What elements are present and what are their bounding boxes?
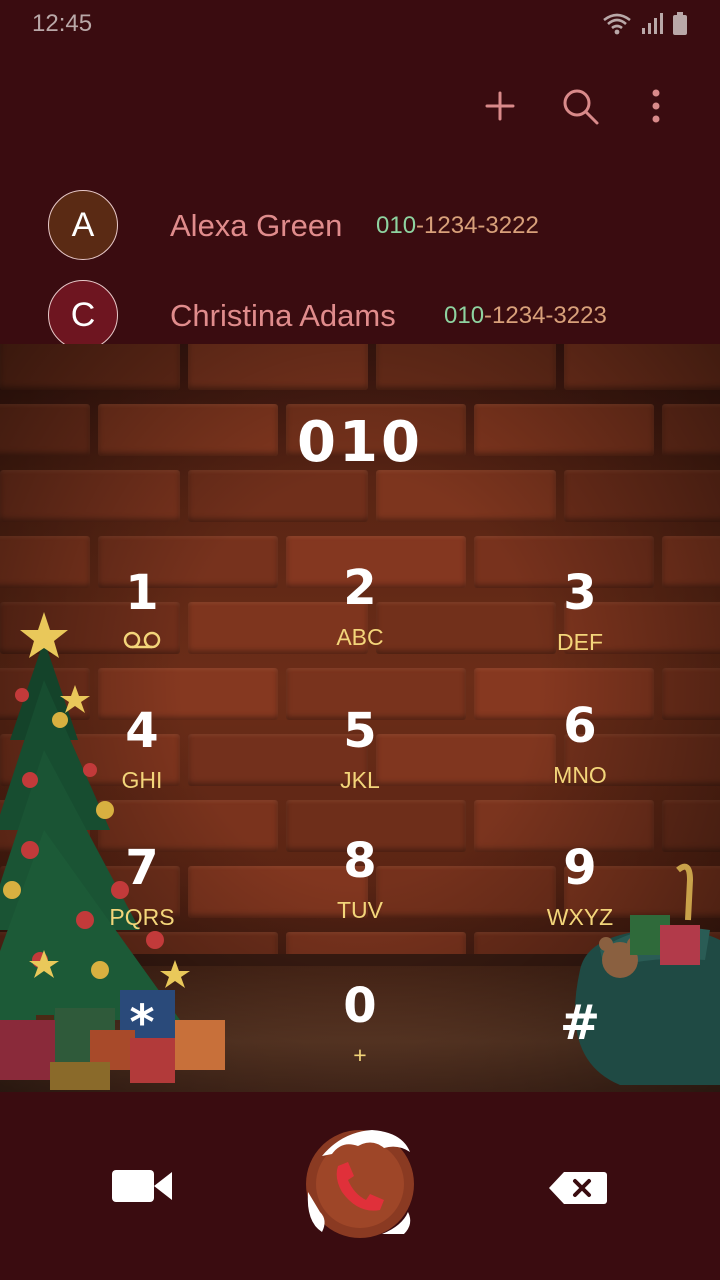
- key-letters: MNO: [553, 762, 607, 788]
- video-camera-icon: [112, 1170, 172, 1202]
- search-button[interactable]: [558, 84, 602, 128]
- key-8[interactable]: 8 TUV: [260, 833, 460, 943]
- key-1[interactable]: 1: [42, 565, 242, 675]
- more-options-button[interactable]: [634, 84, 678, 128]
- key-letters: WXYZ: [546, 904, 614, 930]
- key-7[interactable]: 7 PQRS: [42, 840, 242, 950]
- dialed-number: 010: [297, 410, 423, 475]
- key-letters: ABC: [336, 624, 384, 650]
- avatar-initial: A: [71, 205, 95, 244]
- contact-number: 010-1234-3222: [376, 212, 539, 240]
- wifi-icon: [603, 13, 631, 35]
- key-letters: GHI: [121, 767, 163, 793]
- top-action-bar: [0, 70, 720, 140]
- signal-icon: [642, 13, 663, 34]
- bottom-action-bar: [0, 1092, 720, 1280]
- battery-icon: [673, 12, 687, 35]
- voicemail-icon: [123, 631, 161, 649]
- key-5[interactable]: 5 JKL: [260, 703, 460, 813]
- backspace-button[interactable]: [540, 1160, 616, 1216]
- key-digit: 6: [563, 698, 597, 754]
- number-match: 010: [444, 302, 485, 329]
- key-digit: 3: [563, 565, 597, 621]
- avatar: A: [48, 190, 118, 260]
- search-icon: [563, 89, 599, 125]
- status-icons: [602, 12, 688, 36]
- key-star[interactable]: *: [42, 995, 242, 1105]
- avatar-initial: C: [70, 295, 96, 334]
- key-letters: DEF: [557, 629, 603, 655]
- key-digit: 2: [343, 560, 377, 616]
- key-9[interactable]: 9 WXYZ: [480, 840, 680, 950]
- key-4[interactable]: 4 GHI: [42, 703, 242, 813]
- call-button[interactable]: [302, 1122, 418, 1242]
- key-letters: TUV: [337, 897, 383, 923]
- key-digit: 4: [125, 703, 159, 759]
- phone-icon: [306, 1130, 414, 1238]
- key-letters: PQRS: [109, 904, 175, 930]
- video-call-button[interactable]: [100, 1156, 184, 1216]
- key-digit: 8: [343, 833, 377, 889]
- plus-icon: [485, 91, 515, 121]
- key-digit: 1: [125, 565, 159, 621]
- number-rest: -1234-3222: [416, 212, 539, 239]
- contact-suggestions: A Alexa Green 010-1234-3222 C Christina …: [0, 180, 720, 360]
- key-digit: 7: [125, 840, 159, 896]
- key-hash[interactable]: #: [480, 995, 680, 1105]
- key-6[interactable]: 6 MNO: [480, 698, 680, 808]
- add-contact-button[interactable]: [478, 84, 522, 128]
- key-2[interactable]: 2 ABC: [260, 560, 460, 670]
- key-0[interactable]: 0 +: [260, 978, 460, 1088]
- status-bar: 12:45: [0, 0, 720, 48]
- key-digit: 9: [563, 840, 597, 896]
- key-digit: *: [129, 995, 155, 1051]
- avatar: C: [48, 280, 118, 350]
- key-letters: +: [353, 1042, 367, 1068]
- number-match: 010: [376, 212, 417, 239]
- contact-row[interactable]: A Alexa Green 010-1234-3222: [0, 180, 720, 270]
- contact-name: Alexa Green: [170, 208, 343, 243]
- contact-number: 010-1234-3223: [444, 302, 607, 330]
- backspace-icon: [549, 1172, 607, 1204]
- key-digit: 0: [343, 978, 377, 1034]
- key-digit: 5: [343, 703, 377, 759]
- key-digit: #: [559, 995, 601, 1051]
- key-letters: JKL: [340, 767, 380, 793]
- key-3[interactable]: 3 DEF: [480, 565, 680, 675]
- status-time: 12:45: [32, 10, 93, 37]
- more-vertical-icon: [652, 89, 660, 123]
- number-rest: -1234-3223: [484, 302, 607, 329]
- contact-name: Christina Adams: [170, 298, 396, 333]
